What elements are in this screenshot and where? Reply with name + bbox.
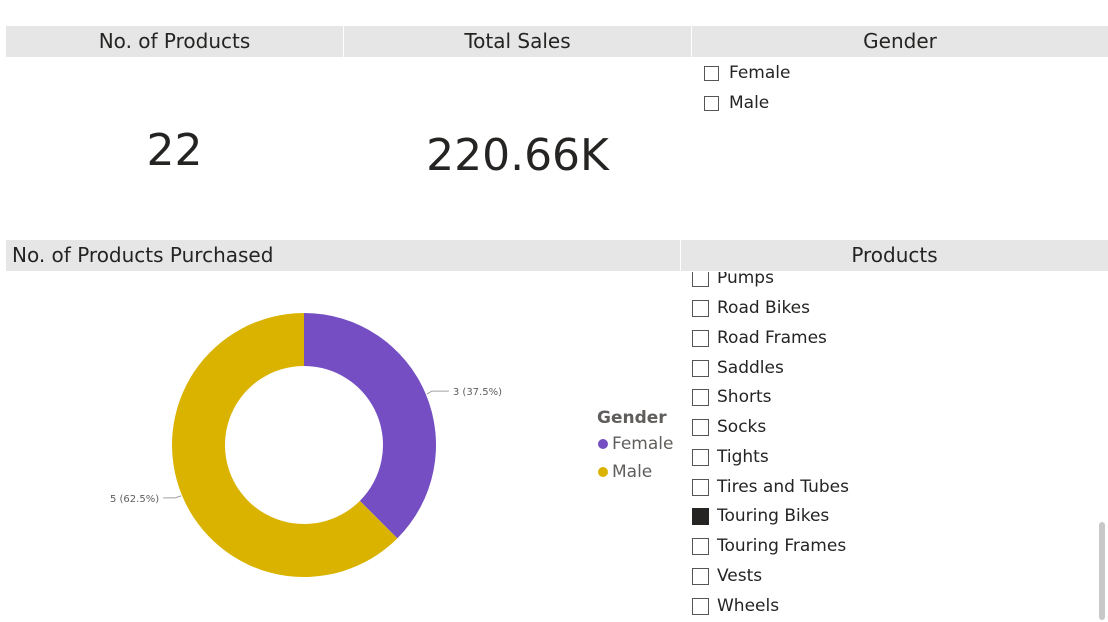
product-option-label: Road Frames xyxy=(717,328,827,348)
product-option[interactable]: Road Frames xyxy=(692,326,827,350)
sales-card-header: Total Sales xyxy=(344,26,691,57)
product-option[interactable]: Socks xyxy=(692,415,766,439)
data-label-male: 5 (62.5%) xyxy=(110,494,159,505)
product-option[interactable]: Wheels xyxy=(692,594,779,618)
product-option-label: Touring Frames xyxy=(717,536,847,556)
product-option[interactable]: Touring Frames xyxy=(692,534,846,558)
products-card-header: No. of Products xyxy=(6,26,343,57)
products-slicer-list[interactable]: Pumps Road Bikes Road Frames Saddles Shorts S… xyxy=(692,272,1092,622)
product-option-label: Socks xyxy=(717,417,767,437)
legend-item-male[interactable]: Male xyxy=(598,462,652,482)
gender-slicer-header: Gender xyxy=(692,26,1108,57)
product-option[interactable]: Tights xyxy=(692,445,769,469)
total-sales-value: 220.66K xyxy=(426,130,609,181)
male-checkbox[interactable] xyxy=(704,95,719,111)
products-slicer-scrollbar[interactable] xyxy=(1099,522,1105,620)
product-checkbox[interactable] xyxy=(692,448,709,466)
product-checkbox[interactable] xyxy=(692,272,709,287)
product-checkbox[interactable] xyxy=(692,329,709,347)
donut-chart-title: No. of Products Purchased xyxy=(6,240,680,271)
legend-marker-female xyxy=(598,439,608,449)
legend-item-female[interactable]: Female xyxy=(598,434,673,454)
product-option-label: Tights xyxy=(717,447,769,467)
female-checkbox[interactable] xyxy=(704,65,719,81)
product-checkbox[interactable] xyxy=(692,388,709,406)
gender-option-female[interactable]: Female xyxy=(704,61,790,85)
product-checkbox[interactable] xyxy=(692,478,709,496)
product-option[interactable]: Touring Bikes xyxy=(692,504,829,528)
product-checkbox[interactable] xyxy=(692,418,709,436)
product-checkbox[interactable] xyxy=(692,537,709,555)
gender-option-label: Female xyxy=(729,63,791,83)
legend-marker-male xyxy=(598,467,608,477)
product-option[interactable]: Tires and Tubes xyxy=(692,475,849,499)
product-option-label: Tires and Tubes xyxy=(717,477,849,497)
product-checkbox[interactable] xyxy=(692,507,709,525)
product-option[interactable]: Shorts xyxy=(692,385,771,409)
product-option[interactable]: Vests xyxy=(692,564,762,588)
product-option[interactable]: Road Bikes xyxy=(692,296,810,320)
legend-title: Gender xyxy=(597,408,667,428)
products-count-value: 22 xyxy=(146,125,203,176)
product-option[interactable]: Saddles xyxy=(692,356,784,380)
product-option-label: Pumps xyxy=(717,272,774,288)
product-option-label: Shorts xyxy=(717,387,772,407)
product-checkbox[interactable] xyxy=(692,567,709,585)
gender-option-label: Male xyxy=(729,93,770,113)
product-checkbox[interactable] xyxy=(692,299,709,317)
data-label-leader-female xyxy=(426,390,449,395)
donut-chart[interactable]: 3 (37.5%) 5 (62.5%) xyxy=(0,272,680,622)
product-option-label: Saddles xyxy=(717,358,784,378)
product-option-label: Wheels xyxy=(717,596,780,616)
product-option-label: Vests xyxy=(717,566,763,586)
product-checkbox[interactable] xyxy=(692,359,709,377)
data-label-female: 3 (37.5%) xyxy=(453,387,502,398)
product-option[interactable]: Pumps xyxy=(692,272,774,290)
product-option-label: Road Bikes xyxy=(717,298,811,318)
gender-option-male[interactable]: Male xyxy=(704,91,769,115)
product-checkbox[interactable] xyxy=(692,597,709,615)
legend-label: Male xyxy=(612,462,653,482)
products-slicer-header: Products xyxy=(681,240,1108,271)
legend-label: Female xyxy=(612,434,674,454)
product-option-label: Touring Bikes xyxy=(717,506,830,526)
donut-slice-female[interactable] xyxy=(304,313,437,539)
data-label-leader-male xyxy=(163,495,182,499)
